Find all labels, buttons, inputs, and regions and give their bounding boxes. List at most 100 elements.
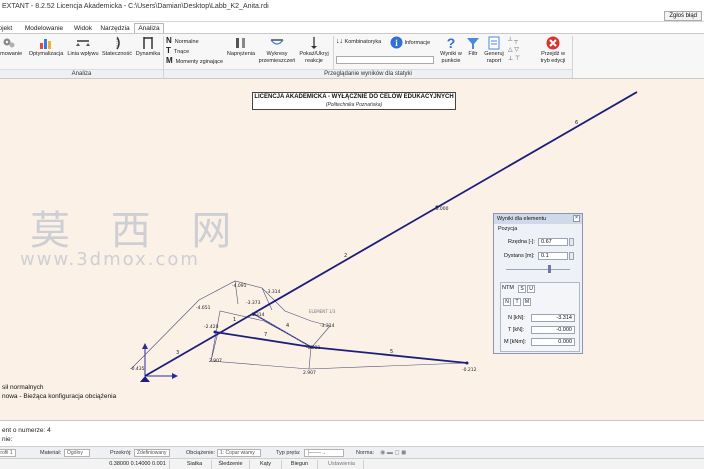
license-banner-subtitle: (Politechnika Poznańska) [325,102,383,108]
command-area[interactable]: ent o numerze: 4 nie: [0,420,704,446]
info-button[interactable]: i Informacje [390,36,430,49]
value-label: -3.373 [246,300,261,306]
section-field[interactable]: Zdefiniowany [134,449,170,457]
dynamics-icon [143,37,153,49]
ribbon-button-optymalizacja[interactable]: Optymalizacja [28,36,64,58]
license-banner-title: LICENCJA AKADEMICKA - WYŁĄCZNIE DO CELÓW… [254,94,454,100]
node[interactable] [213,330,217,334]
value-label: 2.907 [303,370,316,376]
coordinates-readout: 0.38000 0.14000 0.001 [106,460,170,469]
ribbon-button-reakcje[interactable]: Pokaż/Ukryj reakcje [297,36,331,64]
section-label: Przekrój: [110,450,132,456]
profile-field[interactable]: Profil 1 [0,449,16,457]
button-label: Pokaż/Ukryj reakcje [299,51,329,64]
n-toggle-button[interactable]: N [503,298,511,306]
panel-close-button[interactable]: × [573,215,580,222]
fixed-support-icon[interactable]: ┴ ┬ [508,38,518,45]
value-label: 2.907 [209,358,222,364]
node[interactable] [465,361,469,365]
combination-select[interactable] [336,56,434,64]
model-canvas[interactable]: 莫 西 网 www.3dmox.com -4.651 -4.091 -3.314… [0,79,704,420]
ribbon-button-compute[interactable]: ejmowanie [0,36,24,58]
ribbon-button-linia-wplywu[interactable]: Linia wpływu [66,36,100,58]
force-moment-option[interactable]: M Momenty zginające [166,57,223,66]
distance-spinner[interactable] [569,252,574,260]
bar-chart-icon [40,39,51,49]
position-slider-track[interactable] [506,269,570,270]
roller-support-icon[interactable]: ⊥ ⊤ [508,56,520,63]
force-normal-option[interactable]: N Normalne [166,37,199,46]
ribbon-button-tryb-edycji[interactable]: Przejdź w tryb edycji [537,36,569,64]
ribbon-button-wyniki-w-punkcie[interactable]: ? Wyniki w punkcie [437,36,465,64]
m-moment-label: M [kNm]: [504,339,526,345]
button-label: Naprężenia [226,51,256,57]
value-label: -4.651 [196,305,211,311]
ribbon-button-filtr[interactable]: Filtr [465,36,481,58]
status-toggle-sledzenie[interactable]: Śledzenie [212,460,250,469]
svg-text:?: ? [447,36,456,50]
ribbon-button-statecznosc[interactable]: Stateczność [101,36,133,58]
ribbon-button-generuj-raport[interactable]: Generuj raport [482,36,506,64]
selected-element-tag: ELEMENT 1/3 [309,309,336,314]
watermark-url: www.3dmox.com [20,249,200,270]
command-history-line: ent o numerze: 4 [2,427,51,434]
report-error-button[interactable]: Zgłoś błąd [664,11,702,21]
m-toggle-button[interactable]: M [523,298,531,306]
member-number: 7 [264,332,267,338]
combinations-button[interactable]: ↓↓ Kombinatoryka [336,38,381,46]
tab-modelowanie[interactable]: Modelowanie [18,24,70,33]
member-right-chord[interactable] [310,346,468,364]
property-strip: Profil 1 Materiał: Ogólny Przekrój: Zdef… [0,446,704,458]
ribbon-button-naprezenia[interactable]: Naprężenia [226,36,256,58]
tab-projekt[interactable]: Projekt [0,24,12,33]
position-slider-thumb[interactable] [548,265,551,273]
value-label: -0.000 [434,206,449,212]
pinned-support[interactable] [140,376,150,382]
t-force-label: T [kN]: [508,327,525,333]
status-toggle-siatka[interactable]: Siatka [178,460,212,469]
ribbon-button-dynamika[interactable]: Dynamika [134,36,162,58]
ribbon-separator [572,36,573,78]
force-shear-option[interactable]: T Tnące [166,47,189,56]
status-settings[interactable]: Ustawienia [320,460,364,469]
button-label: Przejdź w tryb edycji [540,51,566,64]
structure-drawing: 莫 西 网 www.3dmox.com -4.651 -4.091 -3.314… [20,91,638,382]
member-number: 3 [176,350,179,356]
t-toggle-button[interactable]: T [513,298,521,306]
member-type-field[interactable]: ├───→ [304,449,344,457]
force-label: Normalne [174,39,199,45]
ribbon-button-wykresy-przemieszczen[interactable]: Wykresy przemieszczeń [257,36,297,64]
relative-position-input[interactable]: 0.67 [538,238,568,246]
window-title: EXTANT - 8.2.52 Licencja Akademicka - C:… [2,3,269,10]
material-field[interactable]: Ogólny [64,449,90,457]
help-icon: ? [447,36,456,50]
n-force-label: N [kN]: [508,315,525,321]
tab-ntm[interactable]: NTM [502,284,514,292]
button-label: Stateczność [102,51,132,57]
tab-widok[interactable]: Widok [70,24,96,33]
status-toggle-biegun[interactable]: Biegun [282,460,318,469]
norm-icons[interactable]: ◉ ▬ ◻ ◼ [380,449,406,457]
displacement-icon [270,39,284,45]
relative-position-spinner[interactable] [569,238,574,246]
u-toggle-button[interactable]: U [527,285,535,293]
sort-icon: ↓↓ [336,38,343,45]
tab-narzedzia[interactable]: Narzędzia [98,24,132,33]
s-toggle-button[interactable]: S [518,285,526,293]
value-label: -4.091 [232,283,247,289]
button-label: ejmowanie [0,51,23,57]
influence-line-icon [76,40,90,46]
button-label: Generuj raport [484,51,504,64]
ribbon-tabs: Projekt Modelowanie Widok Narzędzia Anal… [0,22,704,34]
pinned-support-icon[interactable]: △ ▽ [508,47,519,54]
load-field[interactable]: 1: Copar wiamy [217,449,261,457]
material-label: Materiał: [40,450,62,456]
member-lower-chord[interactable] [214,331,312,348]
command-prompt[interactable]: nie: [2,436,12,443]
x-axis-arrowhead [172,373,178,379]
status-toggle-katy[interactable]: Kąty [250,460,282,469]
force-letter: N [166,36,172,45]
force-letter: T [166,46,171,55]
distance-input[interactable]: 0.1 [538,252,568,260]
group-label-analiza: Analiza [0,69,163,78]
